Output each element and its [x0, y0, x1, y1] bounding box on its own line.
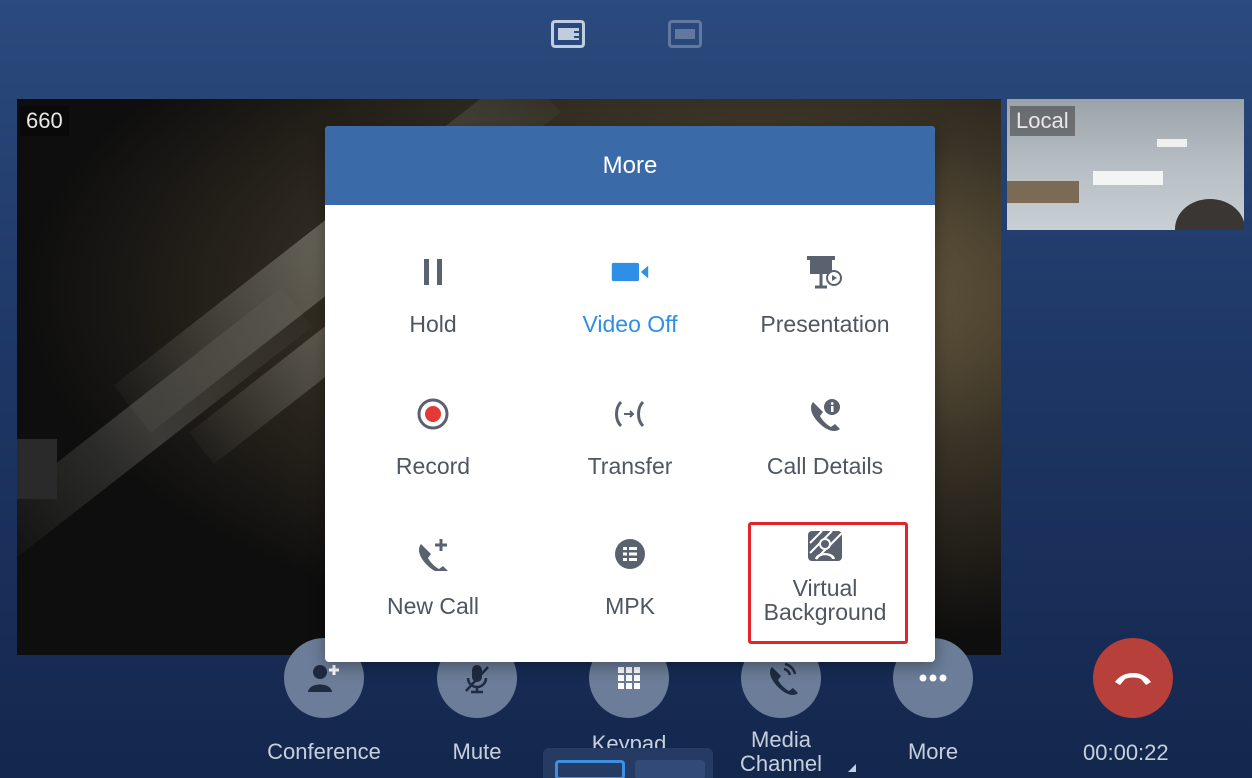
microphone-icon	[465, 665, 489, 694]
call-details-icon	[805, 394, 845, 434]
video-camera-icon	[610, 252, 650, 292]
hold-label: Hold	[409, 311, 457, 337]
media-channel-label-line2: Channel	[740, 751, 822, 776]
expand-corner-icon	[848, 764, 856, 772]
more-dialog: More Hold Video Off Presentation Record …	[325, 126, 935, 662]
local-label: Local	[1010, 106, 1075, 136]
remote-label: 660	[20, 106, 69, 136]
new-call-label: New Call	[386, 593, 480, 619]
presentation-icon	[805, 252, 845, 292]
add-person-icon	[308, 665, 339, 692]
pause-icon	[413, 252, 453, 292]
new-call-option[interactable]: New Call	[338, 534, 528, 618]
new-call-icon	[413, 534, 453, 574]
hold-option[interactable]: Hold	[338, 252, 528, 336]
keypad-icon	[618, 667, 640, 689]
layout-split-icon[interactable]	[668, 20, 702, 48]
video-off-option[interactable]: Video Off	[535, 252, 725, 336]
media-channel-label: Media Channel	[726, 728, 836, 776]
record-icon	[413, 394, 453, 434]
conference-label: Conference	[267, 739, 381, 764]
phone-signal-icon	[770, 662, 798, 695]
thumbnail-selected[interactable]	[555, 760, 625, 778]
record-option[interactable]: Record	[338, 394, 528, 478]
transfer-label: Transfer	[587, 453, 673, 479]
hang-up-icon	[1115, 673, 1151, 685]
more-label: More	[907, 739, 959, 764]
dialog-title: More	[325, 126, 935, 205]
video-off-label: Video Off	[582, 311, 678, 337]
presentation-label: Presentation	[760, 311, 890, 337]
call-timer: 00:00:22	[1083, 740, 1169, 765]
transfer-option[interactable]: Transfer	[535, 394, 725, 478]
highlight-box	[748, 522, 908, 644]
mpk-option[interactable]: MPK	[535, 534, 725, 618]
media-channel-label-line1: Media	[751, 727, 811, 752]
transfer-icon	[610, 394, 650, 434]
hang-up-button[interactable]	[1093, 638, 1173, 718]
call-details-option[interactable]: Call Details	[730, 394, 920, 478]
mpk-label: MPK	[605, 593, 655, 619]
presentation-option[interactable]: Presentation	[730, 252, 920, 336]
mute-label: Mute	[452, 739, 502, 764]
layout-main-side-icon[interactable]	[551, 20, 585, 48]
record-label: Record	[395, 453, 471, 479]
thumbnail[interactable]	[635, 760, 705, 778]
mpk-icon	[610, 534, 650, 574]
more-dots-icon	[919, 674, 947, 682]
video-thumbnail-bar[interactable]	[543, 748, 713, 778]
call-details-label: Call Details	[766, 453, 884, 479]
